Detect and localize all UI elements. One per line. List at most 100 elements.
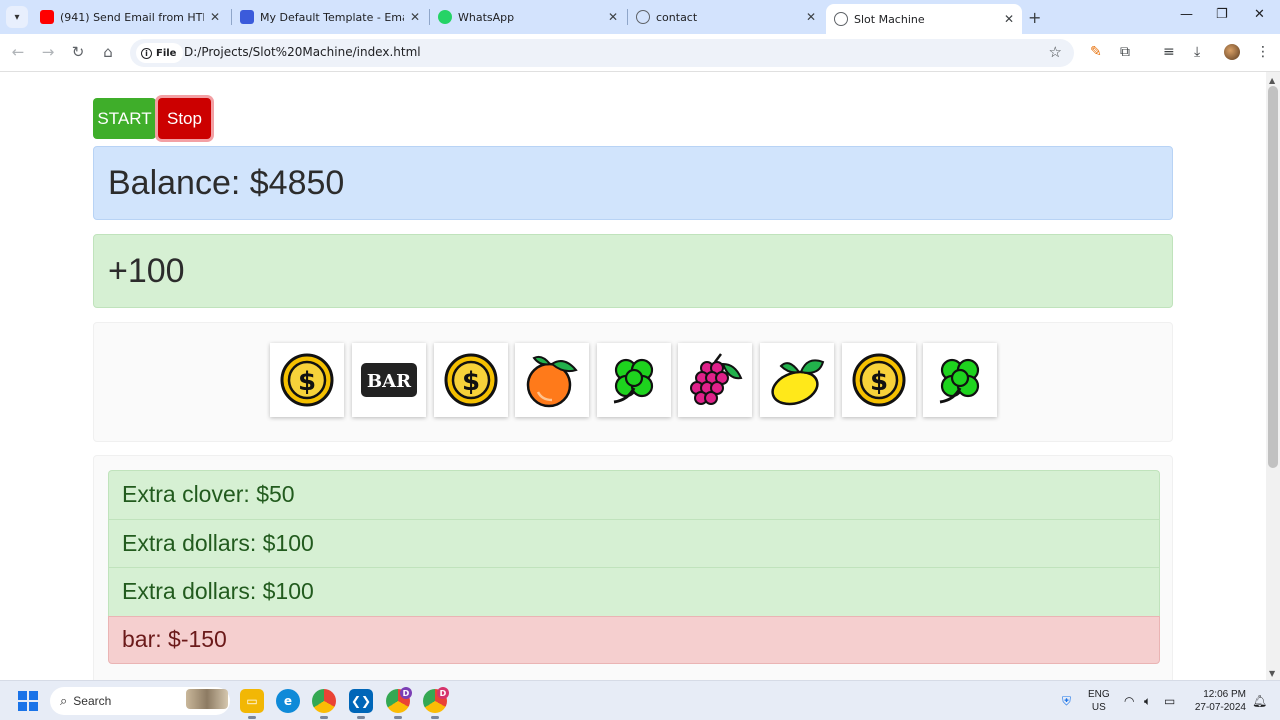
reel-slot	[678, 343, 752, 417]
page-scrollbar[interactable]: ▲ ▼	[1266, 72, 1280, 680]
running-indicator	[394, 716, 402, 719]
close-tab-icon[interactable]: ✕	[210, 10, 220, 24]
clover-icon	[613, 358, 654, 404]
running-indicator	[357, 716, 365, 719]
close-tab-icon[interactable]: ✕	[410, 10, 420, 24]
youtube-icon	[40, 10, 54, 24]
reel-slot: $	[270, 343, 344, 417]
taskbar: ⌕ Search ▭ e ❮❯ D D ⛨ ENG US ◠ 🔈︎ ▭ 12:0…	[0, 680, 1280, 720]
clock-time: 12:06 PM	[1203, 689, 1246, 700]
svg-text:$: $	[298, 367, 316, 397]
tab-strip: ▾ (941) Send Email from HTML Fo ✕ My Def…	[0, 0, 1280, 34]
profile-avatar[interactable]	[1224, 44, 1240, 60]
tab-title: Slot Machine	[854, 12, 925, 26]
results-panel: Extra clover: $50 Extra dollars: $100 Ex…	[93, 455, 1173, 680]
last-win-display: +100	[93, 234, 1173, 308]
reels-panel: $ BAR $ $	[93, 322, 1173, 442]
security-shield-icon[interactable]: ⛨	[1062, 694, 1071, 709]
tab-title: My Default Template - EmailJS	[260, 10, 404, 24]
edge-icon[interactable]: e	[276, 689, 300, 713]
running-indicator	[320, 716, 328, 719]
battery-icon[interactable]: ▭	[1164, 694, 1175, 708]
tab-title: (941) Send Email from HTML Fo	[60, 10, 204, 24]
close-tab-icon[interactable]: ✕	[1004, 12, 1014, 26]
close-window-icon[interactable]: ✕	[1254, 7, 1265, 22]
pen-extension-icon[interactable]: ✎	[1090, 44, 1102, 60]
back-icon[interactable]: ←	[8, 43, 28, 61]
reel-slot: BAR	[352, 343, 426, 417]
scroll-down-arrow-icon[interactable]: ▼	[1269, 669, 1275, 678]
download-icon[interactable]: ⤓	[1194, 44, 1200, 60]
reel-slot: $	[434, 343, 508, 417]
site-info-label: File	[156, 47, 177, 59]
bar-symbol-text: BAR	[367, 371, 412, 392]
windows-start-icon[interactable]	[18, 691, 38, 711]
volume-muted-icon[interactable]: 🔈︎	[1144, 694, 1151, 709]
scrollbar-thumb[interactable]	[1268, 86, 1278, 468]
list-item: Extra clover: $50	[108, 470, 1160, 519]
wifi-icon[interactable]: ◠	[1124, 694, 1134, 708]
running-indicator	[431, 716, 439, 719]
chrome-icon[interactable]	[312, 689, 336, 713]
reel-slot	[515, 343, 589, 417]
list-item: Extra dollars: $100	[108, 567, 1160, 616]
extensions-puzzle-icon[interactable]: ⧉	[1120, 44, 1130, 60]
globe-icon	[834, 12, 848, 26]
search-icon: ⌕	[60, 693, 68, 708]
search-highlight-image	[186, 689, 228, 709]
profile-badge: D	[400, 687, 412, 699]
tab-title: WhatsApp	[458, 10, 515, 24]
vscode-icon[interactable]: ❮❯	[349, 689, 373, 713]
lemon-icon	[771, 359, 825, 406]
new-tab-icon[interactable]: +	[1028, 8, 1041, 27]
tab-search-chevron-icon[interactable]: ▾	[6, 6, 28, 28]
forward-icon[interactable]: →	[38, 43, 58, 61]
language-indicator[interactable]: ENG US	[1088, 688, 1110, 714]
browser-toolbar: ← → ↻ ⌂ i File D:/Projects/Slot%20Machin…	[0, 34, 1280, 72]
clock[interactable]: 12:06 PM 27-07-2024	[1192, 688, 1246, 714]
tab-slot-machine[interactable]: Slot Machine ✕	[826, 4, 1022, 34]
emailjs-icon	[240, 10, 254, 24]
tab-contact[interactable]: contact ✕	[628, 4, 824, 30]
media-queue-icon[interactable]: ≡	[1163, 44, 1175, 60]
language-code: ENG	[1088, 689, 1110, 700]
minimize-icon[interactable]: —	[1180, 7, 1193, 22]
clock-date: 27-07-2024	[1194, 702, 1246, 713]
address-bar[interactable]: i File D:/Projects/Slot%20Machine/index.…	[130, 39, 1074, 67]
scroll-up-arrow-icon[interactable]: ▲	[1269, 76, 1275, 85]
home-icon[interactable]: ⌂	[98, 43, 118, 61]
tab-emailjs[interactable]: My Default Template - EmailJS ✕	[232, 4, 428, 30]
search-label: Search	[73, 694, 112, 708]
whatsapp-icon	[438, 10, 452, 24]
info-icon: i	[141, 47, 152, 59]
site-info-chip[interactable]: i File	[136, 43, 184, 63]
bar-symbol-icon: BAR	[361, 363, 417, 397]
notification-bell-icon[interactable]: 🔔︎	[1252, 694, 1267, 708]
tab-whatsapp[interactable]: WhatsApp ✕	[430, 4, 626, 30]
file-explorer-icon[interactable]: ▭	[240, 689, 264, 713]
list-item: Extra dollars: $100	[108, 518, 1160, 567]
reel-slot	[923, 343, 997, 417]
slot-machine-page: START Stop Balance: $4850 +100 $ BAR $ $…	[0, 72, 1266, 680]
tab-title: contact	[656, 10, 698, 24]
close-tab-icon[interactable]: ✕	[806, 10, 816, 24]
url-text[interactable]: D:/Projects/Slot%20Machine/index.html	[184, 45, 421, 59]
profile-badge: D	[437, 687, 449, 699]
stop-button[interactable]: Stop	[158, 98, 211, 139]
bookmark-star-icon[interactable]: ☆	[1049, 43, 1062, 61]
chrome-profile-icon[interactable]: D	[386, 687, 412, 713]
region-code: US	[1091, 702, 1106, 713]
reload-icon[interactable]: ↻	[68, 43, 88, 61]
results-list: Extra clover: $50 Extra dollars: $100 Ex…	[108, 470, 1160, 664]
svg-text:$: $	[870, 367, 888, 397]
close-tab-icon[interactable]: ✕	[608, 10, 618, 24]
menu-kebab-icon[interactable]: ⋮	[1256, 44, 1270, 60]
svg-text:$: $	[462, 367, 480, 397]
chrome-profile-icon[interactable]: D	[423, 687, 449, 713]
tab-youtube[interactable]: (941) Send Email from HTML Fo ✕	[32, 4, 228, 30]
reel-slot	[760, 343, 834, 417]
reel-slot: $	[842, 343, 916, 417]
start-button[interactable]: START	[93, 98, 156, 139]
restore-icon[interactable]: ❐	[1216, 7, 1228, 22]
dollar-coin-icon: $	[280, 353, 334, 407]
